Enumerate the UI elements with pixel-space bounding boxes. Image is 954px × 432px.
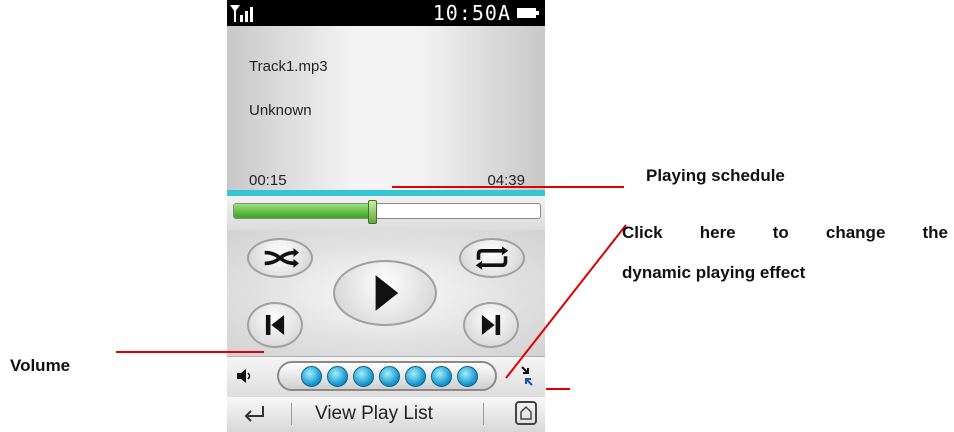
bottom-bar: View Play List <box>227 397 545 432</box>
playing-schedule-label: Playing schedule <box>646 166 785 185</box>
change-effect-label: Click here to change the <box>622 223 948 243</box>
playback-controls <box>227 230 545 356</box>
progress-bar[interactable] <box>233 203 541 219</box>
artist-name: Unknown <box>249 102 312 119</box>
elapsed-time: 00:15 <box>249 172 287 189</box>
media-player-screen: 10:50A Track1.mp3 Unknown 00:15 04:39 Vi… <box>227 0 545 432</box>
shuffle-icon <box>264 248 299 268</box>
previous-track-button[interactable] <box>247 302 303 348</box>
separator <box>291 403 292 425</box>
progress-knob[interactable] <box>367 200 377 224</box>
status-bar: 10:50A <box>227 0 545 26</box>
speaker-icon[interactable] <box>235 367 253 385</box>
battery-icon <box>517 8 539 18</box>
volume-dot <box>457 366 478 387</box>
view-play-list-button[interactable]: View Play List <box>315 403 433 425</box>
repeat-icon <box>475 246 509 270</box>
track-name: Track1.mp3 <box>249 58 328 75</box>
home-icon[interactable] <box>515 401 537 425</box>
volume-level-dots <box>301 366 478 388</box>
volume-dot <box>431 366 452 387</box>
track-info-panel: Track1.mp3 Unknown 00:15 04:39 <box>227 26 545 190</box>
volume-dot <box>353 366 374 387</box>
compress-arrows-icon[interactable] <box>519 365 535 387</box>
volume-dot <box>301 366 322 387</box>
play-button[interactable] <box>333 260 437 326</box>
total-time: 04:39 <box>487 172 525 189</box>
play-icon <box>375 275 399 311</box>
repeat-button[interactable] <box>459 238 525 278</box>
separator <box>483 403 484 425</box>
volume-label: Volume <box>10 356 71 375</box>
progress-fill <box>234 204 372 218</box>
signal-icon <box>230 5 253 22</box>
volume-dot <box>379 366 400 387</box>
previous-track-icon <box>265 314 285 336</box>
volume-slider[interactable] <box>277 361 497 391</box>
shuffle-button[interactable] <box>247 238 313 278</box>
next-track-button[interactable] <box>463 302 519 348</box>
volume-row <box>227 356 545 398</box>
next-track-icon <box>481 314 501 336</box>
progress-area <box>227 196 545 230</box>
volume-dot <box>405 366 426 387</box>
change-effect-label-line1: Click here to change the <box>622 223 948 242</box>
change-effect-label-line2: dynamic playing effect <box>622 263 806 282</box>
clock: 10:50A <box>432 1 511 25</box>
back-arrow-icon[interactable] <box>241 403 267 425</box>
volume-dot <box>327 366 348 387</box>
